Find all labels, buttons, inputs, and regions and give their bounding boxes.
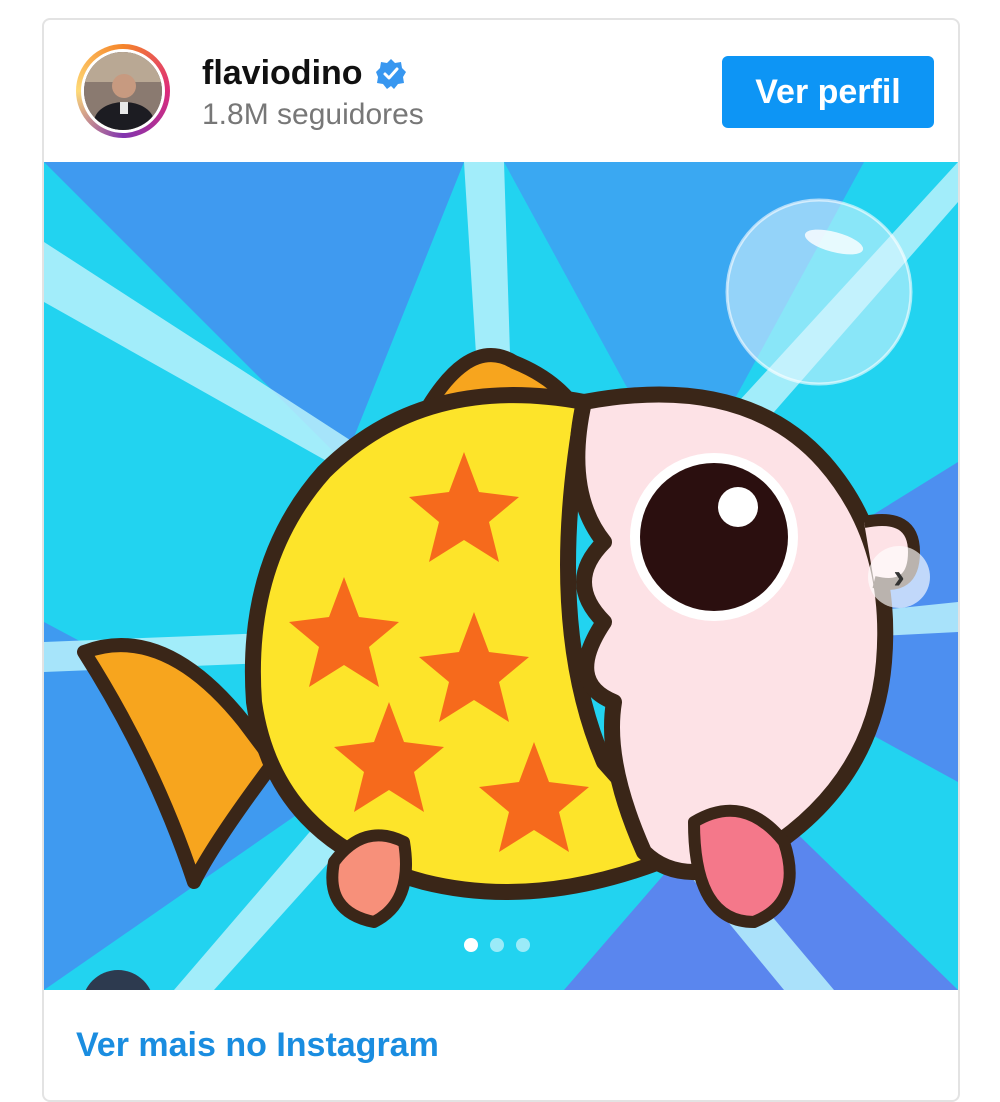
verified-badge-icon — [375, 58, 407, 90]
avatar-story-ring[interactable] — [76, 44, 170, 138]
carousel-dot-active — [464, 938, 478, 952]
view-more-on-instagram-link[interactable]: Ver mais no Instagram — [76, 1026, 439, 1065]
username[interactable]: flaviodino — [202, 54, 407, 93]
view-profile-button[interactable]: Ver perfil — [722, 56, 934, 128]
cartoon-fish-illustration — [44, 162, 958, 990]
followers-count: 1.8M seguidores — [202, 98, 424, 132]
instagram-embed-card: flaviodino 1.8M seguidores Ver perfil › … — [42, 18, 960, 1102]
username-text[interactable]: flaviodino — [202, 54, 363, 93]
avatar[interactable] — [81, 49, 165, 133]
chevron-right-icon[interactable]: › — [868, 546, 930, 608]
followers-number: 1.8M — [202, 98, 269, 131]
carousel-dot — [490, 938, 504, 952]
carousel-indicator — [464, 938, 530, 952]
followers-label: seguidores — [277, 98, 424, 131]
post-header: flaviodino 1.8M seguidores Ver perfil — [44, 20, 958, 162]
carousel-dot — [516, 938, 530, 952]
avatar-image — [84, 52, 162, 130]
post-media[interactable]: › — [44, 162, 958, 990]
